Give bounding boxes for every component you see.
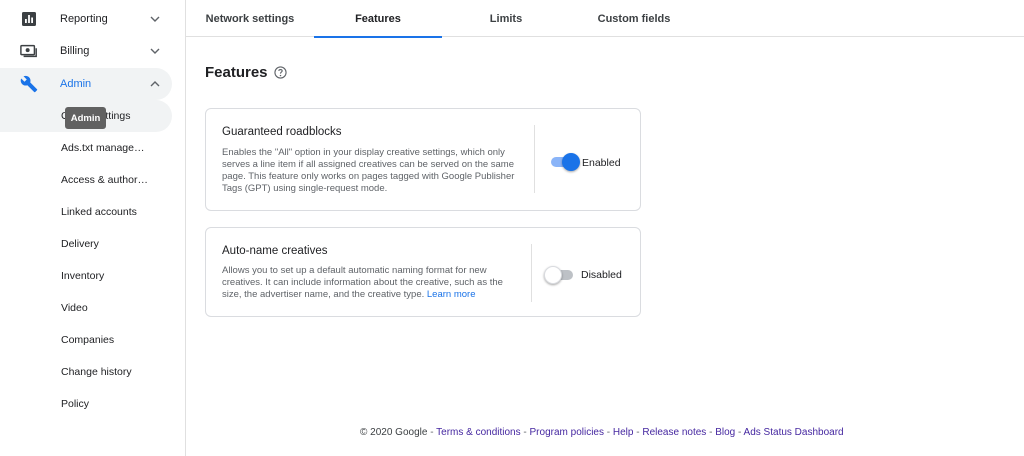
feature-card-auto-name-creatives: Auto-name creatives Allows you to set up… <box>205 227 641 317</box>
tab-network-settings[interactable]: Network settings <box>186 0 314 37</box>
tab-limits[interactable]: Limits <box>442 0 570 37</box>
sidebar-subitem-label: Ads.txt manage… <box>61 142 145 154</box>
toggle-status-label: Disabled <box>581 269 622 281</box>
footer-link-help[interactable]: Help <box>613 427 634 438</box>
sidebar-subitem-ads-txt[interactable]: Ads.txt manage… <box>0 132 186 164</box>
toggle-status-label: Enabled <box>582 157 621 169</box>
sidebar-item-label: Billing <box>60 45 90 57</box>
tab-bar: Network settings Features Limits Custom … <box>186 0 1024 38</box>
sidebar-item-billing[interactable]: Billing <box>0 35 186 67</box>
page-title: Features <box>205 64 287 81</box>
tab-features[interactable]: Features <box>314 0 442 38</box>
active-tab-indicator <box>314 36 442 38</box>
bar-chart-icon <box>20 11 38 27</box>
admin-tooltip: Admin <box>65 107 106 129</box>
sidebar-subitem-linked-accounts[interactable]: Linked accounts <box>0 196 186 228</box>
sidebar-subitem-label: Companies <box>61 334 115 346</box>
wrench-icon <box>20 75 38 93</box>
card-divider <box>534 125 535 193</box>
chevron-down-icon <box>150 16 160 22</box>
sidebar-subitem-delivery[interactable]: Delivery <box>0 228 186 260</box>
footer-link-ads-status-dashboard[interactable]: Ads Status Dashboard <box>744 427 844 438</box>
guaranteed-roadblocks-toggle[interactable] <box>548 153 580 171</box>
footer-link-blog[interactable]: Blog <box>715 427 735 438</box>
footer: © 2020 Google - Terms & conditions - Pro… <box>360 427 844 438</box>
sidebar: Reporting Billing Admin Global settings … <box>0 0 186 456</box>
feature-title: Guaranteed roadblocks <box>222 126 342 138</box>
sidebar-subitem-label: Inventory <box>61 270 105 282</box>
sidebar-subitem-inventory[interactable]: Inventory <box>0 260 186 292</box>
feature-title: Auto-name creatives <box>222 245 328 257</box>
footer-link-release-notes[interactable]: Release notes <box>642 427 706 438</box>
sidebar-subitem-label: Access & author… <box>61 174 148 186</box>
footer-link-terms[interactable]: Terms & conditions <box>436 427 520 438</box>
sidebar-item-admin[interactable]: Admin <box>0 68 172 100</box>
footer-copyright: © 2020 Google <box>360 427 428 438</box>
toggle-knob <box>562 153 580 171</box>
card-divider <box>531 244 532 302</box>
sidebar-subitem-label: Policy <box>61 398 90 410</box>
learn-more-link[interactable]: Learn more <box>427 289 476 300</box>
chevron-up-icon <box>150 81 160 87</box>
sidebar-subitem-video[interactable]: Video <box>0 292 186 324</box>
toggle-knob <box>544 266 562 284</box>
sidebar-subitem-policy[interactable]: Policy <box>0 388 186 420</box>
feature-card-guaranteed-roadblocks: Guaranteed roadblocks Enables the "All" … <box>205 108 641 211</box>
feature-description: Allows you to set up a default automatic… <box>222 265 522 301</box>
auto-name-creatives-toggle[interactable] <box>544 266 576 284</box>
sidebar-subitem-label: Video <box>61 302 88 314</box>
sidebar-subitem-label: Change history <box>61 366 132 378</box>
sidebar-subitem-change-history[interactable]: Change history <box>0 356 186 388</box>
chevron-down-icon <box>150 48 160 54</box>
sidebar-item-label: Admin <box>60 78 92 90</box>
page-title-text: Features <box>205 64 268 81</box>
feature-description: Enables the "All" option in your display… <box>222 147 515 194</box>
sidebar-item-label: Reporting <box>60 13 108 25</box>
sidebar-item-reporting[interactable]: Reporting <box>0 3 186 35</box>
sidebar-subitem-label: Delivery <box>61 238 99 250</box>
footer-link-program-policies[interactable]: Program policies <box>530 427 604 438</box>
sidebar-subitem-access[interactable]: Access & author… <box>0 164 186 196</box>
sidebar-subitem-companies[interactable]: Companies <box>0 324 186 356</box>
help-icon[interactable] <box>273 66 287 79</box>
sidebar-subitem-label: Linked accounts <box>61 206 137 218</box>
tab-label: Features <box>355 12 401 25</box>
tab-custom-fields[interactable]: Custom fields <box>570 0 698 37</box>
money-icon <box>20 43 38 59</box>
